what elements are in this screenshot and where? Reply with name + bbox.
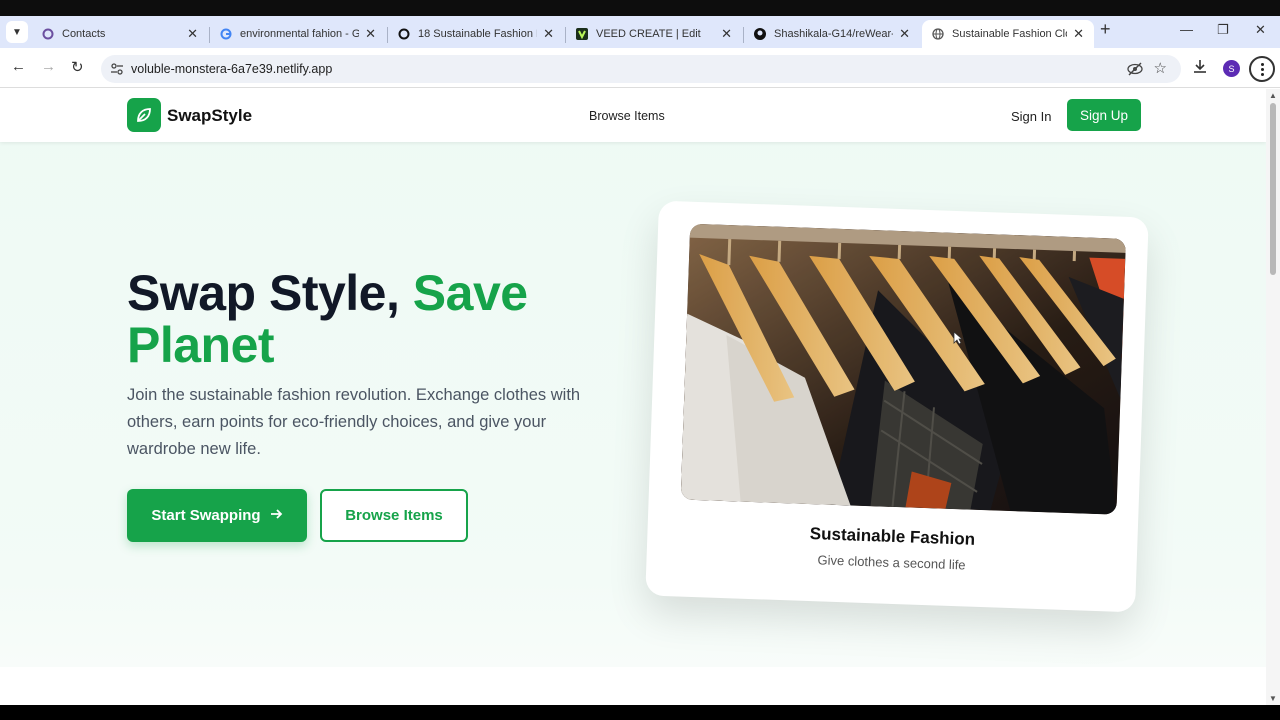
arrow-right-icon: [269, 507, 283, 525]
browse-items-button[interactable]: Browse Items: [320, 489, 468, 542]
sign-in-link[interactable]: Sign In: [1011, 109, 1051, 124]
tab-title: Shashikala-G14/reWear-co: [774, 28, 893, 40]
tab-title: VEED CREATE | Edit: [596, 28, 701, 40]
close-icon[interactable]: ✕: [187, 26, 198, 42]
bookmark-star-icon[interactable]: ☆: [1154, 59, 1167, 77]
screen-top-bar: [0, 0, 1280, 16]
page-viewport: SwapStyle Browse Items Sign In Sign Up S…: [0, 89, 1266, 705]
url-text: voluble-monstera-6a7e39.netlify.app: [131, 62, 333, 76]
tab-sustainable-fashion[interactable]: Sustainable Fashion Cloth ✕: [922, 20, 1094, 48]
hero-description: Join the sustainable fashion revolution.…: [127, 386, 581, 458]
sign-up-button[interactable]: Sign Up: [1067, 99, 1141, 131]
address-bar[interactable]: voluble-monstera-6a7e39.netlify.app ☆: [101, 55, 1181, 83]
forward-arrow-icon[interactable]: →: [41, 58, 56, 75]
scroll-down-icon[interactable]: ▼: [1269, 694, 1277, 703]
circle-icon: [398, 28, 410, 40]
download-icon[interactable]: [1192, 58, 1208, 79]
site-header: SwapStyle Browse Items Sign In Sign Up: [0, 89, 1266, 142]
page-scrollbar[interactable]: ▲ ▼: [1266, 89, 1280, 705]
back-arrow-icon[interactable]: ←: [11, 58, 26, 75]
tab-title: Contacts: [62, 28, 106, 40]
scroll-up-icon[interactable]: ▲: [1269, 91, 1277, 100]
close-icon[interactable]: ✕: [365, 26, 376, 42]
tab-veed[interactable]: VEED CREATE | Edit ✕: [566, 20, 742, 48]
browser-menu-icon[interactable]: [1249, 56, 1275, 82]
tab-strip: ▼ Contacts ✕ environmental fahion - Go ✕…: [0, 16, 1280, 48]
brand-name[interactable]: SwapStyle: [167, 106, 252, 126]
start-swapping-button[interactable]: Start Swapping: [127, 489, 307, 542]
reload-icon[interactable]: ↻: [71, 58, 84, 76]
github-icon: [754, 28, 766, 40]
google-icon: [220, 28, 232, 40]
hero-title-dark: Swap Style,: [127, 265, 413, 321]
new-tab-button[interactable]: +: [1100, 19, 1111, 40]
site-settings-icon[interactable]: [110, 62, 124, 76]
clothes-rack-photo: [680, 223, 1126, 515]
start-swapping-label: Start Swapping: [151, 507, 261, 524]
tab-title: environmental fahion - Go: [240, 28, 360, 40]
close-icon[interactable]: ✕: [721, 26, 732, 42]
leaf-logo-icon[interactable]: [127, 98, 161, 132]
hero-card: Sustainable Fashion Give clothes a secon…: [645, 200, 1149, 613]
restore-button[interactable]: ❐: [1217, 22, 1229, 38]
next-section: [0, 667, 1266, 705]
mouse-cursor-icon: [953, 331, 964, 350]
scrollbar-thumb[interactable]: [1270, 103, 1276, 275]
tab-title: 18 Sustainable Fashion Bra: [418, 28, 537, 40]
tab-contacts[interactable]: Contacts ✕: [32, 20, 208, 48]
close-window-button[interactable]: ✕: [1255, 22, 1266, 38]
tab-search-dropdown[interactable]: ▼: [6, 21, 28, 43]
tab-sustainable-brands[interactable]: 18 Sustainable Fashion Bra ✕: [388, 20, 564, 48]
minimize-button[interactable]: —: [1180, 22, 1193, 37]
circle-icon: [42, 28, 54, 40]
tab-title: Sustainable Fashion Cloth: [952, 28, 1067, 40]
browser-window: ▼ Contacts ✕ environmental fahion - Go ✕…: [0, 0, 1280, 705]
close-icon[interactable]: ✕: [899, 26, 910, 42]
tab-google-search[interactable]: environmental fahion - Go ✕: [210, 20, 386, 48]
eye-off-icon[interactable]: [1127, 61, 1143, 82]
hero-title: Swap Style, Save Planet: [127, 267, 607, 371]
globe-icon: [932, 28, 944, 40]
nav-browse-items-link[interactable]: Browse Items: [589, 109, 665, 123]
profile-avatar[interactable]: S: [1223, 60, 1240, 77]
tab-github[interactable]: Shashikala-G14/reWear-co ✕: [744, 20, 920, 48]
close-icon[interactable]: ✕: [543, 26, 554, 42]
close-icon[interactable]: ✕: [1073, 26, 1084, 42]
veed-icon: [576, 28, 588, 40]
toolbar: ← → ↻ voluble-monstera-6a7e39.netlify.ap…: [0, 48, 1280, 88]
